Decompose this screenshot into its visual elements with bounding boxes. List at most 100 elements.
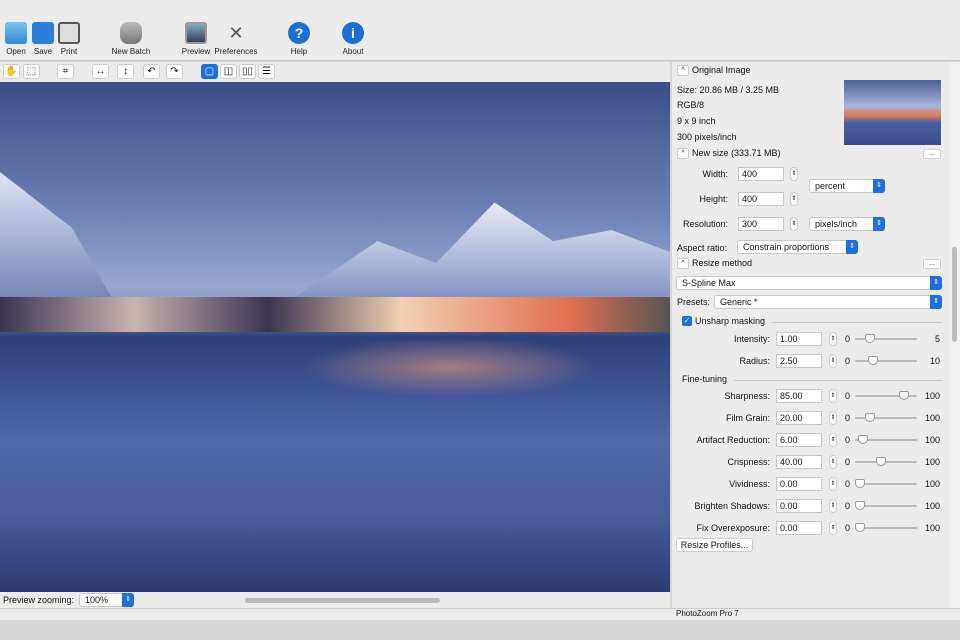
slider-thumb[interactable] [855,523,865,532]
single-view-icon[interactable]: ▢ [201,64,218,79]
slider-value-input[interactable]: 40.00 [776,455,822,469]
about-button[interactable]: i About [340,22,366,56]
presets-select[interactable]: Generic * ⇕ [714,295,942,309]
presets-value: Generic * [720,297,758,307]
original-resolution: 300 pixels/inch [677,132,737,142]
original-size: Size: 20.86 MB / 3.25 MB [677,85,780,95]
slider-thumb[interactable] [865,334,876,343]
slider-value-input[interactable]: 85.00 [776,389,822,403]
preview-button[interactable]: Preview [181,22,211,56]
unsharp-masking-checkbox[interactable]: ✓ [682,316,692,326]
original-mode: RGB/8 [677,100,705,110]
aspect-ratio-label: Aspect ratio: [677,243,728,253]
value-stepper[interactable]: ⇕ [829,455,837,469]
height-stepper[interactable]: ⇕ [790,192,798,206]
slider-value-input[interactable]: 2.50 [776,354,822,368]
height-input[interactable]: 400 [738,192,784,206]
slider-min: 0 [845,457,851,467]
slider-track[interactable] [855,435,917,444]
resize-method-value: S-Spline Max [682,278,736,288]
slider-value-input[interactable]: 6.00 [776,433,822,447]
slider-min: 0 [845,334,851,344]
slider-thumb[interactable] [855,479,865,488]
slider-track[interactable] [855,391,917,400]
crop-icon[interactable]: ⌗ [57,64,74,79]
flip-horizontal-icon[interactable]: ↔ [92,64,109,79]
newsize-more-button[interactable]: ... [923,149,941,159]
image-preview[interactable] [0,82,670,592]
hand-tool-icon[interactable]: ✋ [3,64,20,79]
horizontal-scrollbar[interactable] [245,598,440,603]
value-stepper[interactable]: ⇕ [829,477,837,491]
size-unit-select[interactable]: percent ⇕ [809,179,885,193]
flip-vertical-icon[interactable]: ↕ [117,64,134,79]
slider-thumb[interactable] [868,356,878,365]
save-button[interactable]: Save [31,22,55,56]
slider-label: Crispness: [727,457,770,467]
slider-max: 100 [924,479,940,489]
slider-track[interactable] [855,356,917,365]
slider-track[interactable] [855,523,917,532]
help-button[interactable]: ? Help [287,22,311,56]
view-toolbar: ✋ ⬚ ⌗ ↔ ↕ ↶ ↷ ▢ ◫ ▯▯ ☰ [0,62,670,82]
slider-track[interactable] [855,334,917,343]
resize-more-button[interactable]: ... [923,259,941,269]
value-stepper[interactable]: ⇕ [829,332,837,346]
slider-track[interactable] [855,479,917,488]
split-view-icon[interactable]: ◫ [220,64,237,79]
presets-label: Presets: [677,297,711,307]
rotate-right-icon[interactable]: ↷ [166,64,183,79]
preview-bar: Preview zooming: 100% ⇕ [0,592,670,608]
chevron-updown-icon: ⇕ [846,240,858,254]
open-button[interactable]: Open [4,22,28,56]
slider-value-input[interactable]: 0.00 [776,499,822,513]
selection-tool-icon[interactable]: ⬚ [23,64,40,79]
aspect-ratio-select[interactable]: Constrain proportions ⇕ [737,240,858,254]
preferences-button[interactable]: ✕ Preferences [213,22,259,56]
print-button[interactable]: Print [57,22,81,56]
slider-max: 100 [924,457,940,467]
slider-thumb[interactable] [855,501,865,510]
slider-thumb[interactable] [899,391,910,400]
slider-thumb[interactable] [858,435,869,444]
slider-min: 0 [845,435,851,445]
preview-zoom-select[interactable]: 100% ⇕ [79,593,134,607]
resolution-label: Resolution: [682,219,728,229]
slider-min: 0 [845,523,851,533]
width-stepper[interactable]: ⇕ [790,167,798,181]
side-by-side-view-icon[interactable]: ▯▯ [239,64,256,79]
slider-thumb[interactable] [865,413,876,422]
slider-value-input[interactable]: 1.00 [776,332,822,346]
slider-value-input[interactable]: 0.00 [776,477,822,491]
new-batch-button[interactable]: New Batch [108,22,154,56]
value-stepper[interactable]: ⇕ [829,389,837,403]
stacked-view-icon[interactable]: ☰ [258,64,275,79]
slider-value-input[interactable]: 20.00 [776,411,822,425]
resolution-unit-select[interactable]: pixels/inch ⇕ [809,217,885,231]
slider-track[interactable] [855,457,917,466]
resize-profiles-button[interactable]: Resize Profiles... [676,538,753,552]
collapse-resize-button[interactable]: ^ [677,258,689,269]
original-thumbnail [844,80,941,145]
rotate-left-icon[interactable]: ↶ [143,64,160,79]
collapse-newsize-button[interactable]: ^ [677,148,689,159]
slider-max: 5 [934,334,940,344]
slider-thumb[interactable] [875,457,886,466]
resolution-input[interactable]: 300 [738,217,784,231]
resize-method-select[interactable]: S-Spline Max ⇕ [676,276,942,290]
fine-tuning-label: Fine-tuning [682,374,728,384]
value-stepper[interactable]: ⇕ [829,354,837,368]
value-stepper[interactable]: ⇕ [829,521,837,535]
panel-scrollbar[interactable] [950,62,960,608]
width-input[interactable]: 400 [738,167,784,181]
slider-value-input[interactable]: 0.00 [776,521,822,535]
value-stepper[interactable]: ⇕ [829,411,837,425]
reflection [300,337,600,397]
status-bar: PhotoZoom Pro 7 [0,608,960,620]
value-stepper[interactable]: ⇕ [829,433,837,447]
slider-track[interactable] [855,413,917,422]
resolution-stepper[interactable]: ⇕ [790,217,798,231]
slider-track[interactable] [855,501,917,510]
collapse-original-button[interactable]: ^ [677,65,689,76]
value-stepper[interactable]: ⇕ [829,499,837,513]
